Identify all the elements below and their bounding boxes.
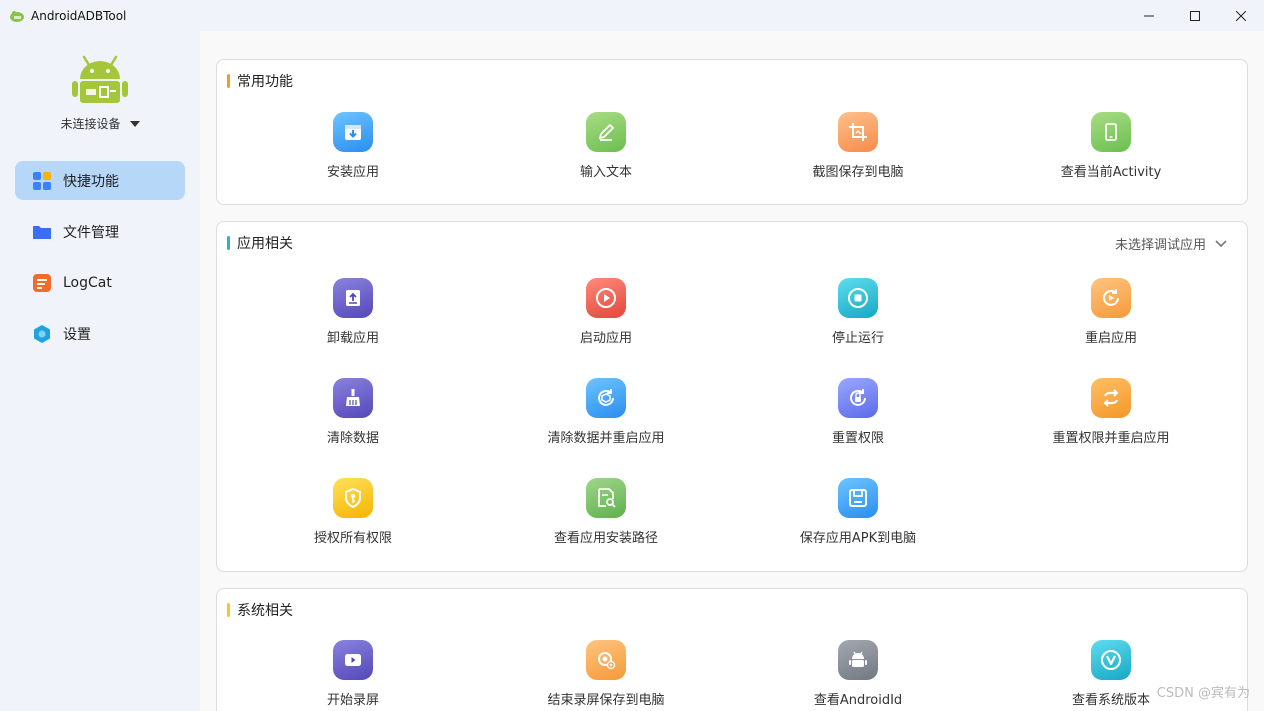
- uninstall-app-button[interactable]: 卸载应用: [253, 278, 453, 348]
- settings-hex-icon: [32, 324, 52, 344]
- logcat-icon: [32, 273, 52, 293]
- view-install-path-button[interactable]: 查看应用安装路径: [506, 478, 706, 548]
- video-icon: [333, 640, 373, 680]
- reset-permissions-button[interactable]: 重置权限: [758, 378, 958, 448]
- chevron-down-icon: [1215, 239, 1227, 247]
- tile-label: 安装应用: [326, 165, 379, 180]
- tile-label: 清除数据: [326, 431, 379, 446]
- tile-label: 结束录屏保存到电脑: [547, 693, 665, 708]
- start-recording-button[interactable]: 开始录屏: [253, 640, 453, 710]
- restart-icon: [1091, 278, 1131, 318]
- section-common: 常用功能 安装应用 输入文本 截图保存到电脑 查看当前Activity: [216, 59, 1248, 205]
- grant-all-permissions-button[interactable]: 授权所有权限: [253, 478, 453, 548]
- device-label: 未连接设备: [60, 117, 121, 131]
- app-logo-icon: [10, 10, 24, 22]
- title-bar: AndroidADBTool: [0, 0, 1264, 31]
- clear-data-button[interactable]: 清除数据: [253, 378, 453, 448]
- minimize-icon: [1144, 15, 1154, 16]
- maximize-icon: [1190, 10, 1200, 21]
- maximize-button[interactable]: [1172, 0, 1218, 31]
- folder-icon: [32, 222, 52, 242]
- reset-permissions-restart-button[interactable]: 重置权限并重启应用: [1011, 378, 1211, 448]
- tile-label: 启动应用: [579, 331, 632, 346]
- launch-app-button[interactable]: 启动应用: [506, 278, 706, 348]
- grid-icon: [32, 171, 52, 191]
- tile-label: 重置权限并重启应用: [1052, 431, 1170, 446]
- tile-label: 开始录屏: [326, 693, 379, 708]
- section-header: 系统相关: [227, 600, 293, 620]
- section-title: 应用相关: [237, 236, 293, 252]
- section-app: 应用相关 未选择调试应用 卸载应用 启动应用 停止运行 重启应用 清除数据 清除…: [216, 221, 1248, 572]
- tile-label: 重启应用: [1084, 331, 1137, 346]
- tile-label: 保存应用APK到电脑: [799, 531, 917, 546]
- sidebar-item-settings[interactable]: 设置: [15, 314, 185, 353]
- window-title: AndroidADBTool: [31, 8, 127, 23]
- tile-label: 查看AndroidId: [813, 693, 903, 708]
- sidebar-item-file-manager[interactable]: 文件管理: [15, 212, 185, 251]
- record-save-icon: [586, 640, 626, 680]
- shield-key-icon: [333, 478, 373, 518]
- close-button[interactable]: [1218, 0, 1264, 31]
- box-refresh-icon: [586, 378, 626, 418]
- main-content: 常用功能 安装应用 输入文本 截图保存到电脑 查看当前Activity 应用相关…: [200, 31, 1264, 711]
- uninstall-icon: [333, 278, 373, 318]
- crop-icon: [838, 112, 878, 152]
- debug-app-select-label: 未选择调试应用: [1114, 238, 1206, 253]
- sidebar: 未连接设备 快捷功能 文件管理 LogCat 设置: [0, 31, 200, 711]
- tablet-icon: [1091, 112, 1131, 152]
- tile-label: 授权所有权限: [313, 531, 392, 546]
- sidebar-item-label: 快捷功能: [63, 173, 119, 190]
- view-activity-button[interactable]: 查看当前Activity: [1011, 112, 1211, 182]
- android-device-logo: [72, 55, 128, 103]
- save-apk-button[interactable]: 保存应用APK到电脑: [758, 478, 958, 548]
- edit-icon: [586, 112, 626, 152]
- tile-label: 查看应用安装路径: [553, 531, 658, 546]
- version-icon: [1091, 640, 1131, 680]
- section-title: 常用功能: [237, 74, 293, 90]
- tile-label: 清除数据并重启应用: [547, 431, 665, 446]
- android-icon: [838, 640, 878, 680]
- lock-refresh-icon: [838, 378, 878, 418]
- section-title: 系统相关: [237, 603, 293, 619]
- view-android-id-button[interactable]: 查看AndroidId: [758, 640, 958, 710]
- file-search-icon: [586, 478, 626, 518]
- sidebar-item-label: 文件管理: [63, 224, 119, 241]
- broom-icon: [333, 378, 373, 418]
- section-header: 常用功能: [227, 71, 293, 91]
- sidebar-item-label: 设置: [63, 326, 91, 343]
- stop-app-button[interactable]: 停止运行: [758, 278, 958, 348]
- caret-down-icon: [129, 120, 140, 127]
- tile-label: 停止运行: [831, 331, 884, 346]
- section-header: 应用相关: [227, 233, 293, 253]
- loop-icon: [1091, 378, 1131, 418]
- restart-app-button[interactable]: 重启应用: [1011, 278, 1211, 348]
- debug-app-select[interactable]: 未选择调试应用: [1115, 234, 1227, 253]
- sidebar-nav: 快捷功能 文件管理 LogCat 设置: [15, 161, 185, 365]
- tile-label: 重置权限: [831, 431, 884, 446]
- tile-label: 查看系统版本: [1071, 693, 1150, 708]
- clear-data-restart-button[interactable]: 清除数据并重启应用: [506, 378, 706, 448]
- tile-label: 截图保存到电脑: [812, 165, 904, 180]
- sidebar-item-label: LogCat: [63, 274, 112, 291]
- install-app-button[interactable]: 安装应用: [253, 112, 453, 182]
- sidebar-item-quick-functions[interactable]: 快捷功能: [15, 161, 185, 200]
- minimize-button[interactable]: [1126, 0, 1172, 31]
- close-icon: [1236, 10, 1246, 21]
- section-system: 系统相关 开始录屏 结束录屏保存到电脑 查看AndroidId 查看系统版本: [216, 588, 1248, 711]
- device-select[interactable]: 未连接设备: [0, 115, 200, 132]
- play-icon: [586, 278, 626, 318]
- screenshot-save-button[interactable]: 截图保存到电脑: [758, 112, 958, 182]
- input-text-button[interactable]: 输入文本: [506, 112, 706, 182]
- sidebar-item-logcat[interactable]: LogCat: [15, 263, 185, 302]
- install-icon: [333, 112, 373, 152]
- stop-recording-save-button[interactable]: 结束录屏保存到电脑: [506, 640, 706, 710]
- stop-icon: [838, 278, 878, 318]
- watermark: CSDN @宾有为: [1156, 686, 1250, 701]
- tile-label: 查看当前Activity: [1060, 165, 1162, 180]
- save-icon: [838, 478, 878, 518]
- tile-label: 卸载应用: [326, 331, 379, 346]
- tile-label: 输入文本: [579, 165, 632, 180]
